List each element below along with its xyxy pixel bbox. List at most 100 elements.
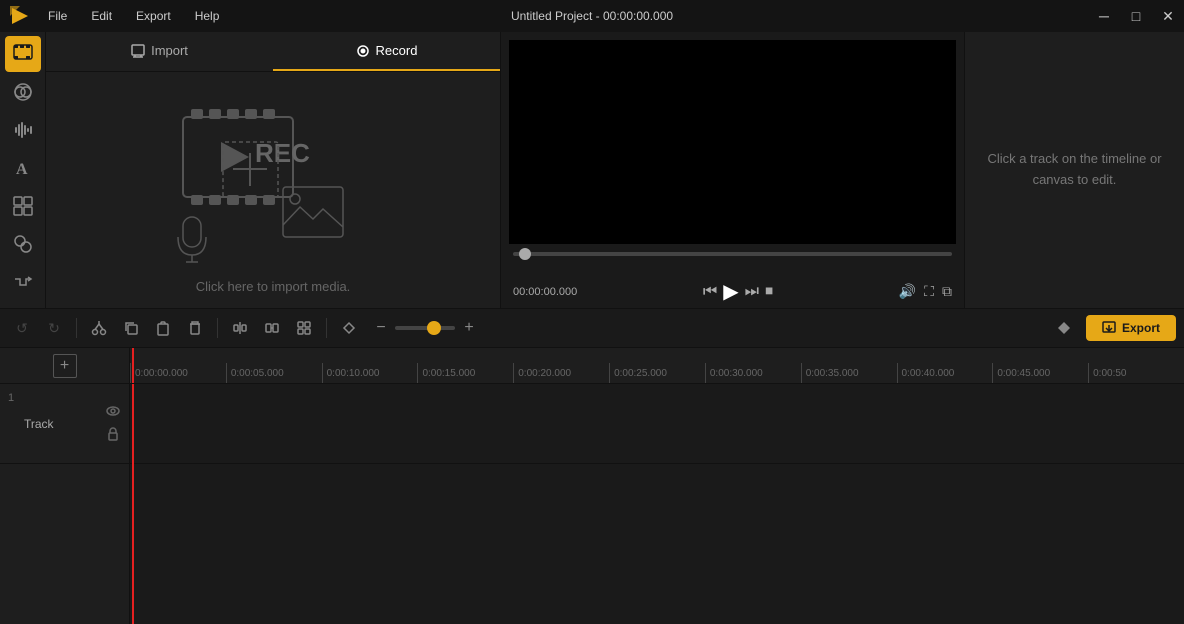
timeline-track-row-1[interactable] [130, 384, 1184, 464]
ruler-mark-8: 0:00:40.000 [897, 363, 993, 383]
zoom-in-button[interactable]: + [459, 318, 479, 338]
media-composite-icon: REC [173, 87, 373, 267]
sidebar: A [0, 32, 46, 308]
timeline-ruler-marks: 0:00:00.0000:00:05.0000:00:10.0000:00:15… [130, 348, 1184, 383]
redo-button[interactable]: ↻ [40, 314, 68, 342]
import-tab-label: Import [151, 43, 188, 58]
zoom-slider[interactable] [395, 326, 455, 330]
cut-icon [91, 320, 107, 336]
sidebar-item-template[interactable] [5, 188, 41, 224]
ruler-mark-4: 0:00:20.000 [513, 363, 609, 383]
delete-button[interactable] [181, 314, 209, 342]
toolbar: ↺ ↻ [0, 308, 1184, 348]
paste-button[interactable] [149, 314, 177, 342]
copy-icon [123, 320, 139, 336]
ruler-mark-9: 0:00:45.000 [992, 363, 1088, 383]
menu-export[interactable]: Export [132, 7, 175, 25]
tab-record[interactable]: Record [273, 32, 500, 71]
toolbar-separator-1 [76, 318, 77, 338]
track-header-1: 1 Track [0, 384, 129, 464]
ruler-mark-10: 0:00:50 [1088, 363, 1184, 383]
right-panel: Click a track on the timeline or canvas … [964, 32, 1184, 308]
keyframe-button[interactable] [1050, 314, 1078, 342]
timeline: + 1 Track [0, 348, 1184, 624]
time-display: 00:00:00.000 [513, 286, 577, 298]
skip-back-button[interactable]: ⏮ [703, 283, 717, 301]
menu-help[interactable]: Help [191, 7, 224, 25]
menu-edit[interactable]: Edit [87, 7, 116, 25]
record-tab-label: Record [376, 43, 418, 58]
zoom-thumb [427, 321, 441, 335]
track-name-1: Track [24, 417, 97, 431]
sidebar-item-media[interactable] [5, 36, 41, 72]
track-visibility-button[interactable] [105, 403, 121, 422]
stop-button[interactable]: ⏹ [765, 283, 773, 301]
window-controls: ─ □ ✕ [1096, 8, 1176, 25]
fullscreen-button[interactable]: ⛶ [924, 283, 934, 300]
sidebar-item-audio[interactable] [5, 112, 41, 148]
edit-hint: Click a track on the timeline or canvas … [971, 133, 1177, 207]
sidebar-item-overlay[interactable] [5, 74, 41, 110]
delete-icon [187, 320, 203, 336]
ruler-mark-1: 0:00:05.000 [226, 363, 322, 383]
ruler-mark-0: 0:00:00.000 [130, 363, 226, 383]
split-icon [232, 320, 248, 336]
copy-button[interactable] [117, 314, 145, 342]
preview-canvas[interactable] [509, 40, 956, 244]
track-number-1: 1 [8, 392, 14, 404]
maximize-button[interactable]: □ [1128, 8, 1144, 25]
record-icon [356, 44, 370, 58]
main-area: A [0, 32, 1184, 308]
menu-file[interactable]: File [44, 7, 71, 25]
media-drop-area[interactable]: REC [46, 72, 500, 308]
volume-button[interactable]: 🔊 [899, 283, 916, 300]
cut-button[interactable] [85, 314, 113, 342]
eye-icon [105, 403, 121, 419]
ruler-mark-2: 0:00:10.000 [322, 363, 418, 383]
preview-area: 00:00:00.000 ⏮ ▶ ⏭ ⏹ 🔊 ⛶ ⧉ [501, 32, 964, 308]
close-button[interactable]: ✕ [1160, 8, 1176, 25]
titlebar: File Edit Export Help Untitled Project -… [0, 0, 1184, 32]
zoom-out-button[interactable]: − [371, 318, 391, 338]
seek-bar[interactable] [513, 252, 952, 256]
paste-icon [155, 320, 171, 336]
timeline-playhead-track [132, 384, 134, 624]
toolbar-right: Export [1050, 314, 1176, 342]
minimize-button[interactable]: ─ [1096, 8, 1112, 25]
zoom-control: − + [371, 318, 479, 338]
toolbar-separator-3 [326, 318, 327, 338]
window-title: Untitled Project - 00:00:00.000 [511, 9, 673, 23]
left-panel: Import Record [46, 32, 501, 308]
export-label: Export [1122, 321, 1160, 335]
sidebar-item-effect[interactable] [5, 226, 41, 262]
titlebar-left: File Edit Export Help [8, 4, 223, 28]
preview-right-buttons: 🔊 ⛶ ⧉ [899, 283, 952, 300]
keyframe-icon [1056, 320, 1072, 336]
snap-icon [341, 320, 357, 336]
titlebar-menu: File Edit Export Help [44, 7, 223, 25]
snap-button[interactable] [335, 314, 363, 342]
timeline-tracks[interactable] [130, 384, 1184, 624]
content-area: Import Record [46, 32, 1184, 308]
skip-forward-button[interactable]: ⏭ [745, 283, 759, 301]
trim-button[interactable] [258, 314, 286, 342]
play-button[interactable]: ▶ [723, 279, 738, 304]
import-icon [131, 44, 145, 58]
split-button[interactable] [226, 314, 254, 342]
tab-import[interactable]: Import [46, 32, 273, 71]
toolbar-separator-2 [217, 318, 218, 338]
pip-button[interactable]: ⧉ [942, 283, 952, 300]
trim-icon [264, 320, 280, 336]
undo-button[interactable]: ↺ [8, 314, 36, 342]
sidebar-item-text[interactable]: A [5, 150, 41, 186]
track-lock-button[interactable] [105, 426, 121, 445]
timeline-ruler[interactable]: 0:00:00.0000:00:05.0000:00:10.0000:00:15… [130, 348, 1184, 384]
edit-hint-line1: Click a track on the timeline or [987, 151, 1161, 166]
sidebar-item-transition[interactable] [5, 264, 41, 300]
export-button[interactable]: Export [1086, 315, 1176, 341]
crop-button[interactable] [290, 314, 318, 342]
timeline-playhead [132, 348, 134, 383]
panel-tabs: Import Record [46, 32, 500, 72]
add-track-button[interactable]: + [53, 354, 77, 378]
track-headers: + 1 Track [0, 348, 130, 624]
